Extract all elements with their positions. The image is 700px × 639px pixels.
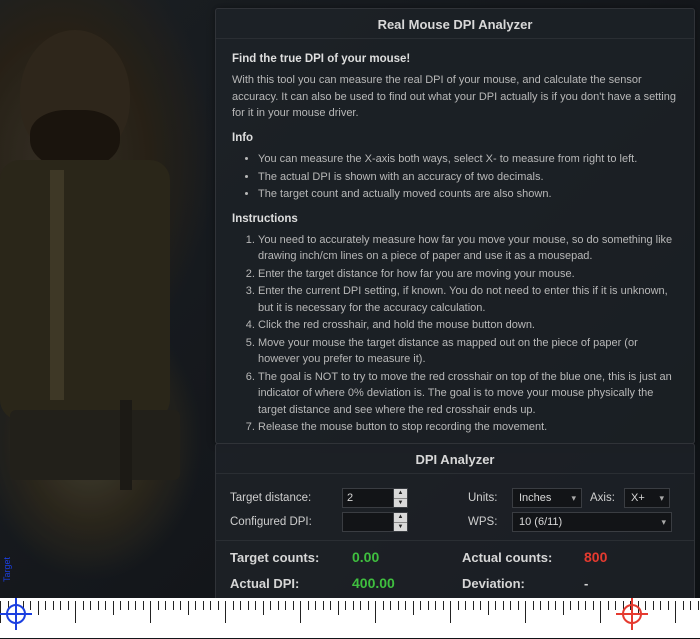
target-counts-label: Target counts: [230, 550, 352, 565]
chevron-down-icon[interactable]: ▼ [394, 523, 407, 532]
list-item: The goal is NOT to try to move the red c… [258, 369, 678, 419]
info-list: You can measure the X-axis both ways, se… [232, 151, 678, 203]
instructions-list: You need to accurately measure how far y… [232, 232, 678, 436]
target-distance-input[interactable] [342, 488, 394, 508]
actual-dpi-label: Actual DPI: [230, 576, 352, 591]
actual-dpi-value: 400.00 [352, 575, 462, 591]
units-label: Units: [468, 492, 512, 504]
info-panel: Real Mouse DPI Analyzer Find the true DP… [215, 8, 695, 444]
configured-dpi-label: Configured DPI: [230, 516, 342, 528]
target-counts-value: 0.00 [352, 549, 462, 565]
chevron-up-icon[interactable]: ▲ [394, 489, 407, 499]
list-item: Click the red crosshair, and hold the mo… [258, 317, 678, 334]
target-distance-label: Target distance: [230, 492, 342, 504]
chevron-up-icon[interactable]: ▲ [394, 513, 407, 523]
panel-title: Real Mouse DPI Analyzer [216, 9, 694, 39]
wps-label: WPS: [468, 516, 512, 528]
axis-label: Axis: [590, 492, 624, 504]
deviation-label: Deviation: [462, 576, 584, 591]
list-item: The actual DPI is shown with an accuracy… [258, 169, 678, 186]
list-item: Enter the target distance for how far yo… [258, 266, 678, 283]
list-item: The target count and actually moved coun… [258, 186, 678, 203]
units-select[interactable]: Inches [512, 488, 582, 508]
find-paragraph: With this tool you can measure the real … [232, 72, 678, 122]
list-item: You can measure the X-axis both ways, se… [258, 151, 678, 168]
wps-select[interactable]: 10 (6/11) [512, 512, 672, 532]
configured-dpi-stepper[interactable]: ▲▼ [394, 512, 408, 532]
find-heading: Find the true DPI of your mouse! [232, 51, 678, 68]
axis-select[interactable]: X+ [624, 488, 670, 508]
list-item: Enter the current DPI setting, if known.… [258, 283, 678, 316]
target-crosshair-label: Target [2, 557, 12, 582]
actual-counts-value: 800 [584, 549, 607, 565]
actual-counts-label: Actual counts: [462, 550, 584, 565]
list-item: Move your mouse the target distance as m… [258, 335, 678, 368]
analyzer-panel: DPI Analyzer Target distance: ▲▼ Units: … [215, 443, 695, 608]
background-art-soldier [0, 0, 190, 600]
list-item: Release the mouse button to stop recordi… [258, 419, 678, 436]
chevron-down-icon[interactable]: ▼ [394, 499, 407, 508]
list-item: You need to accurately measure how far y… [258, 232, 678, 265]
ruler[interactable] [0, 598, 700, 638]
deviation-value: - [584, 576, 588, 591]
target-distance-stepper[interactable]: ▲▼ [394, 488, 408, 508]
info-heading: Info [232, 130, 678, 147]
configured-dpi-input[interactable] [342, 512, 394, 532]
panel-body: Find the true DPI of your mouse! With th… [216, 39, 694, 443]
analyzer-title: DPI Analyzer [216, 444, 694, 474]
instructions-heading: Instructions [232, 211, 678, 228]
